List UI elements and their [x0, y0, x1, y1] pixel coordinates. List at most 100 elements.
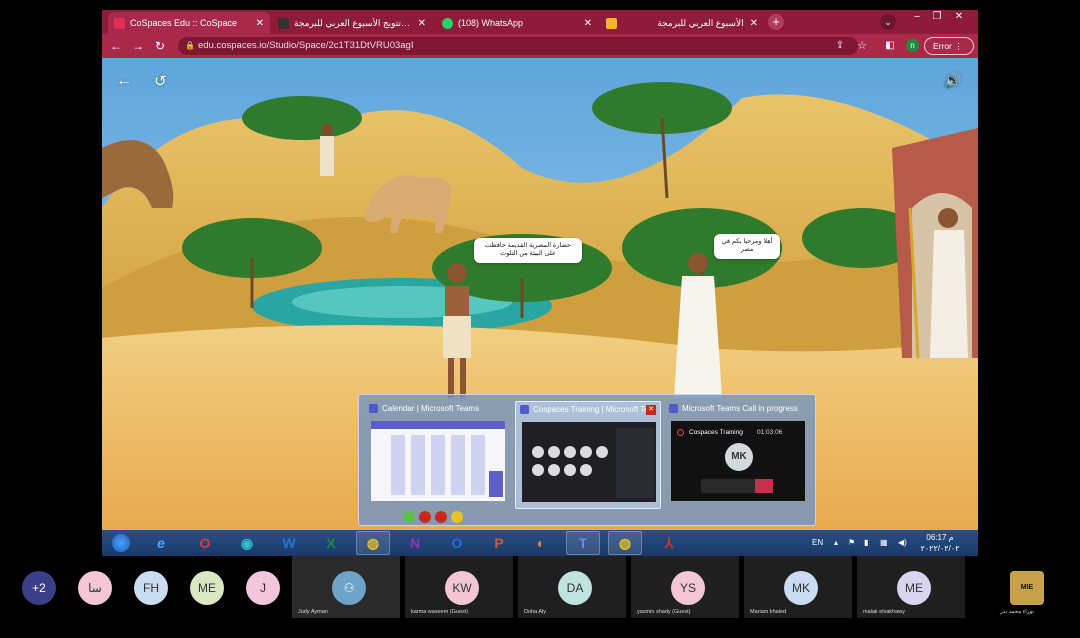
record-icon — [677, 429, 684, 436]
participant-tile[interactable]: ⚇ Judy Ayman — [292, 556, 400, 618]
participant-tile[interactable]: YS yasmin shady (Guest) — [631, 556, 739, 618]
stop-icon[interactable] — [435, 511, 447, 523]
side-panel-icon[interactable]: ◧ — [882, 39, 898, 53]
language-indicator[interactable]: EN — [812, 530, 823, 556]
thumbnail-teams-call[interactable]: Microsoft Teams Call in progress Cospace… — [665, 401, 811, 509]
thumbnail-cospaces-training[interactable]: Cospaces Training | Microsoft Teams ✕ — [515, 401, 661, 509]
volume-icon[interactable]: ◀) — [898, 530, 907, 556]
participant-tile[interactable]: ME malak elsakhawy — [857, 556, 965, 618]
bookmark-star-icon[interactable]: ☆ — [854, 39, 870, 53]
word-icon[interactable]: W — [272, 531, 306, 555]
speech-bubble-boy: حضارة المصرية القديمة حافظت على البيئة م… — [474, 238, 582, 263]
record-dot-icon[interactable] — [419, 511, 431, 523]
flickr-favicon-icon — [278, 17, 289, 29]
browser-tab-strip: CoSpaces Edu :: CoSpace ✕ حفل تتويج الأس… — [102, 10, 978, 34]
participant-strip: +2 سا FH ME J ⚇ Judy Ayman KW karma wase… — [0, 556, 1080, 638]
participant-avatar[interactable]: سا — [78, 571, 112, 605]
windows-taskbar: e O ◉ W X ◍ N O P ◐ T ◍ ⅄ EN ▴ ⚑ ▮ ▦ ◀) … — [102, 530, 978, 556]
minimize-icon[interactable]: – — [906, 11, 928, 22]
system-clock[interactable]: 06:17 م ٢٠٢٢/٠٢/٠٢ — [918, 532, 962, 554]
excel-icon[interactable]: X — [314, 531, 348, 555]
back-arrow-icon[interactable]: ← — [108, 39, 124, 53]
edge-icon[interactable]: ◉ — [230, 531, 264, 555]
warning-icon[interactable] — [451, 511, 463, 523]
teams-icon — [669, 404, 678, 413]
participant-avatar: YS — [671, 571, 705, 605]
close-window-icon[interactable]: ✕ — [948, 11, 970, 22]
call-preview: Cospaces Training 01:03:06 MK — [671, 421, 805, 501]
outlook-icon[interactable]: O — [440, 531, 474, 555]
hang-up-icon — [755, 479, 773, 493]
lock-icon: 🔒 — [185, 41, 195, 50]
tab-flickr[interactable]: حفل تتويج الأسبوع العربي للبرمجة | Flick… — [272, 12, 432, 34]
participant-avatar: KW — [445, 571, 479, 605]
onenote-icon[interactable]: N — [398, 531, 432, 555]
close-tab-icon[interactable]: ✕ — [256, 18, 264, 29]
tray-expand-icon[interactable]: ▴ — [834, 530, 838, 556]
meeting-preview-image — [522, 422, 656, 502]
cospaces-favicon-icon — [114, 17, 125, 29]
close-thumbnail-icon[interactable]: ✕ — [646, 405, 656, 415]
cospaces-viewport[interactable]: ← ↺ 🔊 حضارة المصرية القديمة حافظت على ال… — [102, 58, 978, 530]
url-text: edu.cospaces.io/Studio/Space/2c1T31DtVRU… — [198, 40, 414, 51]
restart-icon[interactable]: ↺ — [154, 72, 167, 90]
reload-icon[interactable]: ↻ — [152, 39, 168, 53]
restore-icon[interactable]: ❐ — [926, 11, 948, 22]
teams-icon[interactable]: T — [566, 531, 600, 555]
tab-arab-coding-week[interactable]: الأسبوع العربي للبرمجة ✕ — [600, 12, 764, 34]
teams-icon — [520, 405, 529, 414]
accept-icon[interactable] — [403, 511, 415, 523]
person-icon: ⚇ — [332, 571, 366, 605]
coding-week-favicon-icon — [606, 17, 617, 29]
mie-expert-badge-icon: MIE — [1010, 571, 1044, 605]
shared-screen: CoSpaces Edu :: CoSpace ✕ حفل تتويج الأس… — [102, 10, 978, 556]
firefox-icon[interactable]: ◐ — [524, 531, 558, 555]
tab-cospaces[interactable]: CoSpaces Edu :: CoSpace ✕ — [108, 12, 270, 34]
tab-whatsapp[interactable]: (108) WhatsApp ✕ — [436, 12, 598, 34]
overflow-participants-badge[interactable]: +2 — [22, 571, 56, 605]
meeting-frame: CoSpaces Edu :: CoSpace ✕ حفل تتويج الأس… — [0, 0, 1080, 638]
tab-search-icon[interactable]: ⌄ — [880, 14, 896, 30]
participant-avatar[interactable]: ME — [190, 571, 224, 605]
whatsapp-favicon-icon — [442, 17, 453, 29]
start-button-icon[interactable] — [104, 531, 138, 555]
share-icon[interactable]: ⇪ — [832, 39, 848, 53]
browser-toolbar: ← → ↻ 🔒 edu.cospaces.io/Studio/Space/2c1… — [102, 34, 978, 58]
participant-tile[interactable]: MIE نوراء محمد بدر — [970, 556, 1080, 618]
teams-icon — [369, 404, 378, 413]
acrobat-icon[interactable]: ⅄ — [652, 531, 686, 555]
close-tab-icon[interactable]: ✕ — [584, 18, 592, 29]
call-controls — [701, 479, 773, 493]
speaker-icon[interactable]: 🔊 — [944, 72, 961, 89]
forward-arrow-icon[interactable]: → — [130, 39, 146, 53]
chrome-icon[interactable]: ◍ — [356, 531, 390, 555]
participant-avatar: DA — [558, 571, 592, 605]
battery-icon[interactable]: ▮ — [864, 530, 868, 556]
network-icon[interactable]: ▦ — [880, 530, 888, 556]
participant-tile[interactable]: MK Mariam khaled — [744, 556, 852, 618]
powerpoint-icon[interactable]: P — [482, 531, 516, 555]
chrome-profile-icon[interactable]: ◍ — [608, 531, 642, 555]
new-tab-button[interactable]: + — [768, 14, 784, 30]
thumbnail-toolbar — [403, 511, 463, 523]
flag-icon[interactable]: ⚑ — [848, 530, 855, 556]
back-arrow-icon[interactable]: ← — [116, 72, 132, 90]
participant-tile[interactable]: DA Doha Aly — [518, 556, 626, 618]
profile-avatar[interactable]: n — [906, 39, 919, 52]
participant-avatar[interactable]: FH — [134, 571, 168, 605]
internet-explorer-icon[interactable]: e — [144, 531, 178, 555]
participant-avatar: MK — [784, 571, 818, 605]
taskbar-thumbnail-popup: Calendar | Microsoft Teams Cospaces Trai — [358, 394, 816, 526]
error-button[interactable]: Error ⋮ — [924, 37, 974, 55]
calendar-preview-image — [371, 421, 505, 501]
participant-avatar: ME — [897, 571, 931, 605]
opera-icon[interactable]: O — [188, 531, 222, 555]
speech-bubble-queen: أهلا ومرحبا بكم في مصر — [714, 234, 780, 259]
close-tab-icon[interactable]: ✕ — [750, 18, 758, 29]
caller-avatar: MK — [725, 443, 753, 471]
close-tab-icon[interactable]: ✕ — [418, 18, 426, 29]
participant-tile[interactable]: KW karma waseem (Guest) — [405, 556, 513, 618]
participant-avatar[interactable]: J — [246, 571, 280, 605]
thumbnail-calendar-teams[interactable]: Calendar | Microsoft Teams — [365, 401, 511, 509]
address-bar[interactable]: 🔒 edu.cospaces.io/Studio/Space/2c1T31DtV… — [178, 37, 858, 55]
